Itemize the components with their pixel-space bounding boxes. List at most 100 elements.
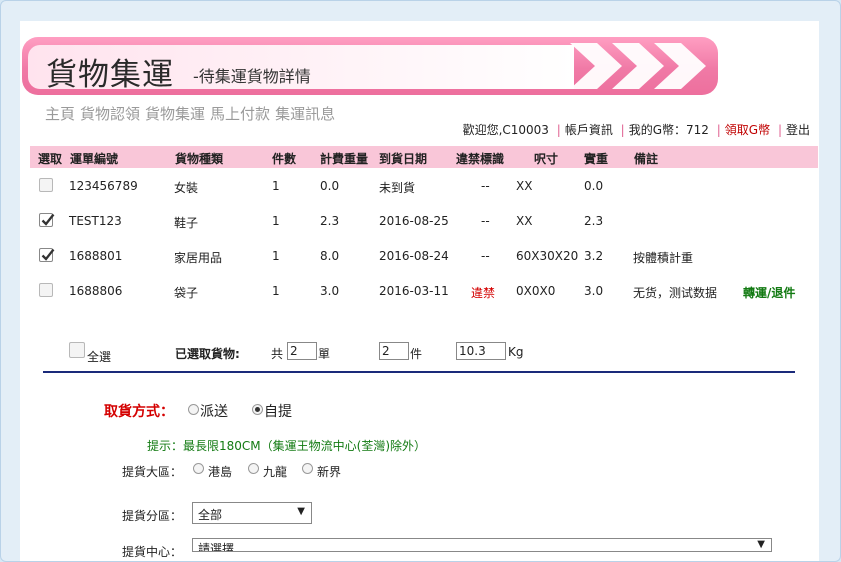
col-waybill: 運單編號	[70, 152, 119, 166]
checkmark-icon	[41, 213, 55, 226]
row-checkbox[interactable]	[39, 248, 55, 262]
radio-kowloon-label: 九龍	[263, 465, 288, 479]
welcome-text: 歡迎您,C10003	[462, 123, 549, 137]
cell-note: 无货，测试数据	[633, 286, 718, 300]
table-row: TEST123 鞋子 1 2.3 2016-08-25 -- XX 2.3	[30, 204, 818, 238]
col-size: 呎寸	[534, 152, 559, 166]
total-prefix: 共	[271, 347, 284, 361]
row-checkbox[interactable]	[39, 213, 55, 227]
center-select-value: 請選擇	[198, 542, 235, 552]
radio-nt-label: 新界	[317, 465, 342, 479]
piece-count-field[interactable]: 2	[379, 342, 409, 360]
radio-delivery[interactable]	[188, 404, 199, 415]
cell-note: 按體積計重	[633, 251, 694, 265]
order-count-field[interactable]: 2	[287, 342, 317, 360]
cell-waybill: 1688806	[69, 284, 123, 298]
district-select-value: 全部	[198, 508, 223, 522]
cell-prohibited-flag: 違禁	[471, 286, 496, 300]
nav-consolidation[interactable]: 貨物集運	[145, 105, 205, 123]
account-link[interactable]: 帳戶資訊	[565, 123, 613, 137]
cell-size: 0X0X0	[516, 284, 556, 298]
nav-pay-now[interactable]: 馬上付款	[210, 105, 270, 123]
table-row: 123456789 女裝 1 0.0 未到貨 -- XX 0.0	[30, 169, 818, 203]
cell-qty: 1	[272, 249, 280, 263]
cell-waybill: 1688801	[69, 249, 123, 263]
radio-self-pickup[interactable]	[252, 404, 263, 415]
piece-unit: 件	[410, 347, 423, 361]
row-checkbox[interactable]	[39, 283, 53, 297]
cell-goods-type: 女裝	[174, 181, 199, 195]
cell-waybill: TEST123	[69, 214, 122, 228]
separator: |	[556, 123, 561, 137]
nav-messages[interactable]: 集運訊息	[275, 105, 335, 123]
cell-qty: 1	[272, 284, 280, 298]
cell-actual-weight: 0.0	[584, 179, 604, 193]
district-label: 提貨分區：	[122, 509, 183, 523]
select-all-label: 全選	[87, 350, 112, 364]
cell-arrival-date: 2016-08-25	[379, 214, 449, 228]
table-row: 1688801 家居用品 1 8.0 2016-08-24 -- 60X30X2…	[30, 239, 818, 273]
separator: |	[620, 123, 625, 137]
separator: |	[716, 123, 721, 137]
col-arrival-date: 到貨日期	[379, 152, 428, 166]
col-qty: 件數	[272, 152, 297, 166]
radio-self-pickup-label: 自提	[264, 404, 292, 420]
chevron-arrows-icon	[570, 43, 706, 89]
center-select[interactable]: 請選擇 ▼	[192, 538, 772, 552]
gcoin-balance: 我的G幣：712	[628, 123, 709, 137]
cell-charge-weight: 3.0	[320, 284, 340, 298]
dropdown-arrow-icon: ▼	[297, 506, 305, 517]
checkmark-icon	[41, 248, 55, 261]
pickup-method-label: 取貨方式：	[104, 404, 174, 420]
col-note: 備註	[634, 152, 659, 166]
claim-gcoin-link[interactable]: 領取G幣	[725, 123, 770, 137]
weight-unit: Kg	[508, 345, 524, 359]
transfer-return-link[interactable]: 轉運/退件	[743, 284, 795, 301]
select-all-checkbox[interactable]	[69, 342, 85, 358]
selected-goods-label: 已選取貨物:	[175, 347, 240, 361]
cell-size: 60X30X20	[516, 249, 579, 263]
radio-hk-island[interactable]	[193, 463, 204, 474]
page-banner: 貨物集運 -待集運貨物詳情	[22, 37, 718, 95]
radio-nt[interactable]	[302, 463, 313, 474]
cell-goods-type: 鞋子	[174, 216, 199, 230]
col-charge-weight: 計費重量	[320, 152, 369, 166]
col-goods-type: 貨物種類	[175, 152, 224, 166]
table-header: 選取 運單編號 貨物種類 件數 計費重量 到貨日期 違禁標識 呎寸 實重 備註	[30, 146, 818, 168]
cell-actual-weight: 3.2	[584, 249, 604, 263]
section-divider	[43, 371, 795, 373]
cell-actual-weight: 3.0	[584, 284, 604, 298]
cell-prohibited: --	[481, 214, 490, 228]
cell-arrival-date: 未到貨	[379, 181, 416, 195]
cell-qty: 1	[272, 214, 280, 228]
nav-home[interactable]: 主頁	[45, 105, 75, 123]
cell-prohibited: --	[481, 179, 490, 193]
region-label: 提貨大區：	[122, 465, 183, 479]
cell-size: XX	[516, 214, 533, 228]
cell-actual-weight: 2.3	[584, 214, 604, 228]
district-select[interactable]: 全部 ▼	[192, 502, 312, 524]
cell-prohibited: --	[481, 249, 490, 263]
row-checkbox[interactable]	[39, 178, 53, 192]
cell-arrival-date: 2016-08-24	[379, 249, 449, 263]
col-select: 選取	[38, 152, 63, 166]
radio-kowloon[interactable]	[248, 463, 259, 474]
user-bar: 歡迎您,C10003 | 帳戶資訊 | 我的G幣：712 | 領取G幣 | 登出	[463, 121, 810, 138]
cell-size: XX	[516, 179, 533, 193]
table-row: 1688806 袋子 1 3.0 2016-03-11 違禁 0X0X0 3.0…	[30, 274, 818, 308]
nav-claim-goods[interactable]: 貨物認領	[80, 105, 140, 123]
logout-link[interactable]: 登出	[786, 123, 810, 137]
selection-summary: 全選 已選取貨物: 共 2 單 2 件 10.3 Kg	[0, 340, 841, 364]
order-unit: 單	[318, 347, 331, 361]
dropdown-arrow-icon: ▼	[757, 539, 765, 550]
col-actual-weight: 實重	[584, 152, 609, 166]
pickup-hint: 提示：最長限180CM（集運王物流中心(荃灣)除外）	[147, 439, 427, 453]
cell-charge-weight: 2.3	[320, 214, 340, 228]
weight-field[interactable]: 10.3	[456, 342, 506, 360]
cell-goods-type: 袋子	[174, 286, 199, 300]
separator: |	[777, 123, 782, 137]
cell-goods-type: 家居用品	[174, 251, 223, 265]
col-prohibited: 違禁標識	[456, 152, 505, 166]
cell-charge-weight: 0.0	[320, 179, 340, 193]
radio-delivery-label: 派送	[200, 404, 228, 420]
